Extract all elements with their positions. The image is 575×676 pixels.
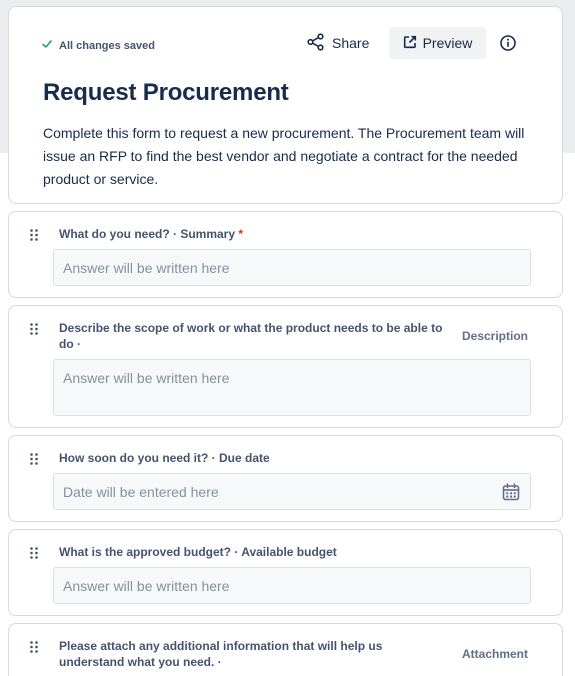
share-button[interactable]: Share: [304, 27, 376, 59]
input-placeholder: Date will be entered here: [63, 483, 219, 500]
form-title: Request Procurement: [43, 79, 289, 106]
question-label: Please attach any additional information…: [59, 639, 383, 669]
summary-input[interactable]: Answer will be written here: [53, 249, 531, 286]
question-label: How soon do you need it? · Due date: [59, 451, 270, 465]
drag-handle-icon[interactable]: [29, 546, 39, 560]
required-marker: *: [238, 227, 244, 241]
save-status: All changes saved: [41, 38, 155, 53]
save-status-label: All changes saved: [59, 39, 155, 52]
field-type-label: Attachment: [461, 647, 528, 661]
due-date-input[interactable]: Date will be entered here: [53, 473, 531, 510]
form-header-card: All changes saved Share Preview Request …: [8, 6, 563, 204]
question-label: Describe the scope of work or what the p…: [59, 321, 443, 351]
share-icon: [306, 32, 326, 55]
question-card[interactable]: What do you need? · Summary * Answer wil…: [8, 211, 563, 298]
question-card[interactable]: Describe the scope of work or what the p…: [8, 305, 563, 428]
question-label: What do you need? · Summary *: [59, 226, 243, 242]
info-button[interactable]: [499, 34, 517, 52]
field-type-label: Description: [461, 329, 528, 343]
question-card[interactable]: What is the approved budget? · Available…: [8, 529, 563, 616]
calendar-icon[interactable]: [502, 483, 520, 501]
preview-button[interactable]: Preview: [389, 27, 486, 59]
share-label: Share: [332, 35, 370, 51]
budget-input[interactable]: Answer will be written here: [53, 567, 531, 604]
drag-handle-icon[interactable]: [29, 640, 39, 654]
question-card[interactable]: Please attach any additional information…: [8, 623, 563, 676]
info-icon: [499, 35, 517, 56]
drag-handle-icon[interactable]: [29, 322, 39, 336]
question-label-text: What do you need? · Summary: [59, 227, 236, 241]
input-placeholder: Answer will be written here: [63, 370, 230, 386]
input-placeholder: Answer will be written here: [63, 259, 230, 276]
question-card[interactable]: How soon do you need it? · Due date Date…: [8, 435, 563, 522]
question-label: What is the approved budget? · Available…: [59, 545, 337, 559]
drag-handle-icon[interactable]: [29, 228, 39, 242]
input-placeholder: Answer will be written here: [63, 577, 230, 594]
description-textarea[interactable]: Answer will be written here: [53, 359, 531, 416]
preview-label: Preview: [422, 35, 473, 51]
check-icon: [41, 38, 53, 53]
external-link-icon: [403, 35, 417, 52]
drag-handle-icon[interactable]: [29, 452, 39, 466]
form-description: Complete this form to request a new proc…: [43, 125, 525, 187]
